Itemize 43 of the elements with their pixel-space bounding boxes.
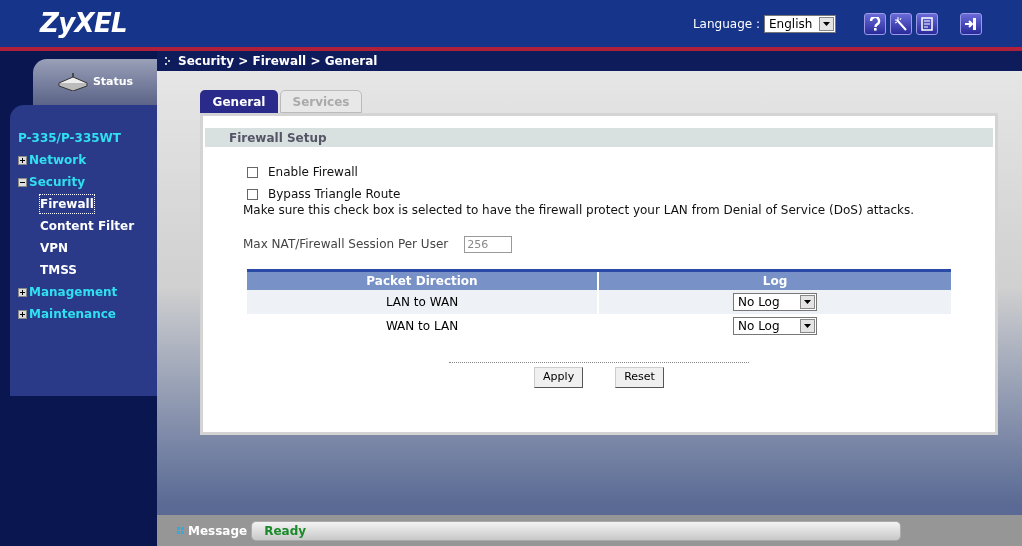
device-name: P-335/P-335WT [18, 130, 123, 147]
checkbox[interactable] [247, 188, 258, 200]
action-button[interactable]: Reset [615, 367, 664, 388]
language-label: Language : [692, 15, 760, 33]
document-icon[interactable] [916, 12, 938, 35]
logout-icon[interactable] [960, 12, 982, 35]
wizard-icon[interactable] [890, 12, 912, 35]
action-button[interactable]: Apply [534, 367, 584, 388]
grip-icon [165, 57, 170, 65]
status-label: Message [188, 522, 248, 540]
column-header: Log [599, 272, 951, 290]
nav-item[interactable]: Network [29, 151, 87, 169]
logo: ZyXEL [40, 7, 127, 40]
checkbox-label: Bypass Triangle Route [268, 186, 401, 203]
field-label: Max NAT/Firewall Session Per User [243, 236, 449, 253]
table-cell-text: WAN to LAN [385, 318, 459, 335]
log-dropdown[interactable]: No Log [733, 317, 817, 335]
checkbox-label: Enable Firewall [268, 164, 358, 181]
collapse-icon[interactable] [18, 177, 27, 187]
nav-item[interactable]: Maintenance [29, 305, 116, 323]
log-dropdown[interactable]: No Log [733, 293, 817, 311]
expand-icon[interactable] [18, 309, 27, 319]
expand-icon[interactable] [18, 155, 27, 165]
nav-subitem[interactable]: Firewall [40, 195, 94, 213]
nav-subitem[interactable]: TMSS [40, 261, 77, 279]
status-tab[interactable]: Status [33, 59, 157, 105]
language-dropdown[interactable]: English [764, 14, 836, 33]
tab[interactable]: General [200, 90, 278, 113]
column-header: Packet Direction [247, 272, 599, 290]
checkbox[interactable] [247, 166, 258, 178]
nav-subitem[interactable]: Content Filter [40, 217, 135, 235]
grip-icon [177, 527, 184, 534]
note-text: Make sure this check box is selected to have the firewall protect your LAN from Denial of Service (DoS) attacks. [243, 202, 916, 219]
nav-item[interactable]: Management [29, 283, 118, 301]
breadcrumb: Security > Firewall > General [178, 53, 378, 70]
table-cell-text: LAN to WAN [385, 294, 459, 311]
section-header: Firewall Setup [205, 128, 993, 147]
router-icon [56, 73, 89, 91]
status-message-field: Ready [251, 520, 902, 541]
help-icon[interactable] [864, 12, 886, 35]
nav-subitem[interactable]: VPN [40, 239, 69, 257]
expand-icon[interactable] [18, 287, 27, 297]
nav-item[interactable]: Security [29, 173, 86, 191]
